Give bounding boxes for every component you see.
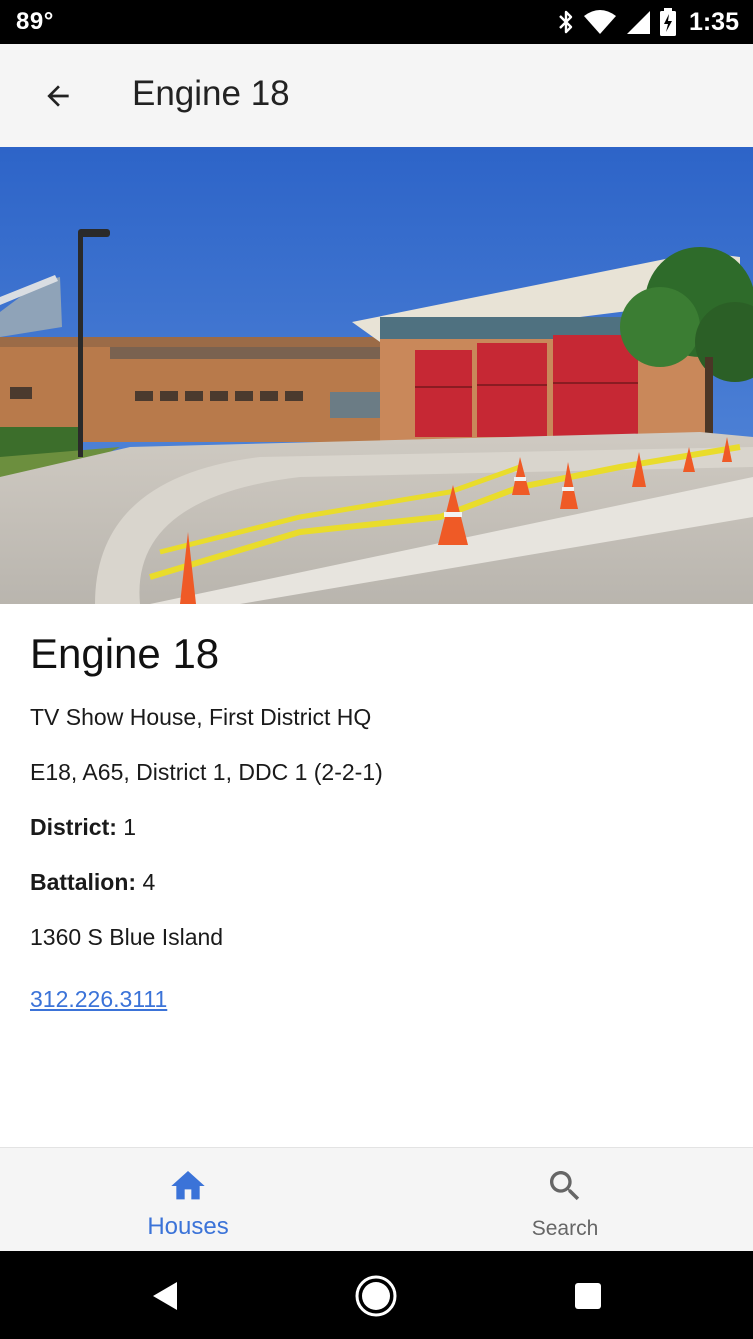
arrow-back-icon: [47, 85, 69, 107]
page-title: Engine 18: [132, 74, 290, 113]
status-bar: 89° 1:35: [0, 0, 753, 44]
nav-label-houses: Houses: [147, 1213, 229, 1240]
battalion-value: 4: [142, 869, 156, 895]
battalion-row: Battalion: 4: [30, 869, 155, 896]
district-row: District: 1: [30, 814, 136, 841]
bluetooth-icon: [557, 9, 575, 35]
cell-signal-icon: [625, 9, 651, 35]
phone-link[interactable]: 312.226.3111: [30, 986, 167, 1013]
nav-label-search: Search: [531, 1217, 599, 1240]
firehouse-photo: [0, 147, 753, 604]
nav-item-houses[interactable]: Houses: [0, 1148, 376, 1252]
back-button[interactable]: [34, 72, 82, 120]
app-bar: Engine 18: [0, 44, 753, 147]
square-recents-icon: [575, 1283, 601, 1309]
bottom-navigation: Houses Search: [0, 1147, 753, 1251]
battalion-label: Battalion:: [30, 869, 137, 895]
battery-charging-icon: [659, 8, 677, 36]
system-navigation-bar: [0, 1251, 753, 1339]
clock-time: 1:35: [688, 7, 739, 36]
system-recents-button[interactable]: [565, 1273, 611, 1319]
search-icon: [550, 1171, 580, 1201]
home-icon: [171, 1171, 205, 1200]
status-icons: 1:35: [557, 6, 739, 38]
station-description: TV Show House, First District HQ: [30, 704, 372, 730]
nav-item-search[interactable]: Search: [377, 1148, 753, 1252]
circle-home-icon: [355, 1275, 397, 1317]
wifi-icon: [583, 9, 617, 35]
station-address: 1360 S Blue Island: [30, 924, 224, 950]
triangle-back-icon: [153, 1282, 177, 1310]
station-units: E18, A65, District 1, DDC 1 (2-2-1): [30, 759, 383, 785]
system-home-button[interactable]: [353, 1273, 399, 1319]
system-back-button[interactable]: [142, 1273, 188, 1319]
district-value: 1: [123, 814, 137, 840]
station-name: Engine 18: [30, 630, 220, 677]
district-label: District:: [30, 814, 117, 840]
weather-temperature: 89°: [16, 8, 54, 35]
